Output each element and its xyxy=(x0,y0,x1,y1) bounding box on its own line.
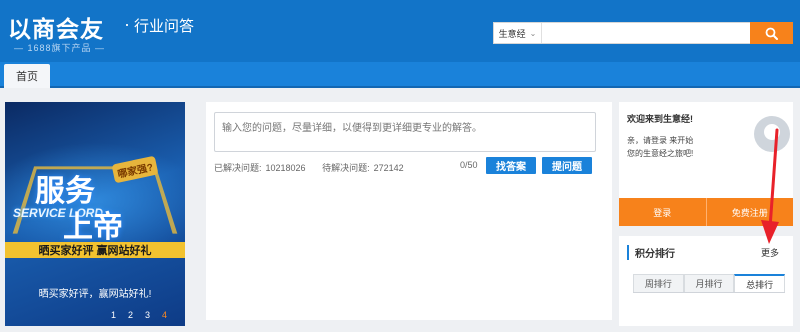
search-category-label: 生意经 xyxy=(498,28,526,39)
search-button[interactable] xyxy=(750,22,793,44)
question-textarea[interactable] xyxy=(214,112,596,152)
logo-tagline: — 1688旗下产品 — xyxy=(14,43,106,53)
banner-page-2[interactable]: 2 xyxy=(128,310,133,320)
site-logo[interactable]: 以商会友 xyxy=(8,10,104,44)
ask-question-panel: 已解决问题:10218026 待解决问题:272142 0/50 找答案 提问题 xyxy=(206,102,612,320)
search-bar: 生意经 ⌄ xyxy=(493,22,793,44)
main-nav: 首页 xyxy=(0,62,800,88)
pending-label: 待解决问题: xyxy=(322,163,370,173)
ranking-more-link[interactable]: 更多 xyxy=(761,246,779,259)
banner-page-1[interactable]: 1 xyxy=(111,310,116,320)
annotation-arrow-icon xyxy=(761,128,779,244)
welcome-text: 欢迎来到生意经! xyxy=(627,114,693,124)
banner-headline-2: 上帝 xyxy=(63,211,123,244)
chevron-down-icon: ⌄ xyxy=(529,28,537,38)
char-counter: 0/50 xyxy=(460,160,478,170)
login-prompt-line-1: 亲，请登录 来开始 xyxy=(627,136,694,145)
tab-home[interactable]: 首页 xyxy=(4,64,50,88)
section-title: 行业问答 xyxy=(134,18,195,35)
login-prompt: 亲，请登录 来开始 您的生意经之旅吧! xyxy=(627,134,719,160)
login-prompt-line-2: 您的生意经之旅吧! xyxy=(627,149,694,158)
tab-weekly-rank[interactable]: 周排行 xyxy=(633,274,684,292)
tab-total-rank[interactable]: 总排行 xyxy=(734,274,786,292)
ranking-panel: 积分排行 更多 周排行 月排行 总排行 xyxy=(619,236,793,326)
ranking-title: 积分排行 xyxy=(627,245,675,260)
banner-pagination: 1 2 3 4 xyxy=(111,310,167,320)
search-icon xyxy=(765,27,778,40)
banner-page-3[interactable]: 3 xyxy=(145,310,150,320)
search-input[interactable] xyxy=(542,23,750,43)
pending-count: 272142 xyxy=(373,163,404,173)
banner-caption: 晒买家好评，赢网站好礼! xyxy=(38,289,152,300)
login-button[interactable]: 登录 xyxy=(619,198,707,226)
solved-count: 10218026 xyxy=(265,163,306,173)
ranking-tabs: 周排行 月排行 总排行 xyxy=(633,274,786,293)
search-category-select[interactable]: 生意经 ⌄ xyxy=(494,23,542,43)
solved-label: 已解决问题: xyxy=(214,163,262,173)
site-header: 以商会友 · 行业问答 — 1688旗下产品 — 生意经 ⌄ xyxy=(0,0,800,62)
banner-strip: 晒买家好评 赢网站好礼 xyxy=(5,242,185,258)
find-answer-button[interactable]: 找答案 xyxy=(486,157,536,174)
question-stats: 已解决问题: 10218026 待解决问题: 272142 xyxy=(214,161,408,174)
tab-monthly-rank[interactable]: 月排行 xyxy=(683,274,735,292)
promo-banner[interactable]: 服务 哪家强? SERVICE LORD 上帝 晒买家好评 赢网站好礼 晒买家好… xyxy=(5,102,185,326)
ask-question-button[interactable]: 提问题 xyxy=(542,157,592,174)
logo-separator: · xyxy=(124,14,130,34)
banner-page-4[interactable]: 4 xyxy=(162,310,167,320)
